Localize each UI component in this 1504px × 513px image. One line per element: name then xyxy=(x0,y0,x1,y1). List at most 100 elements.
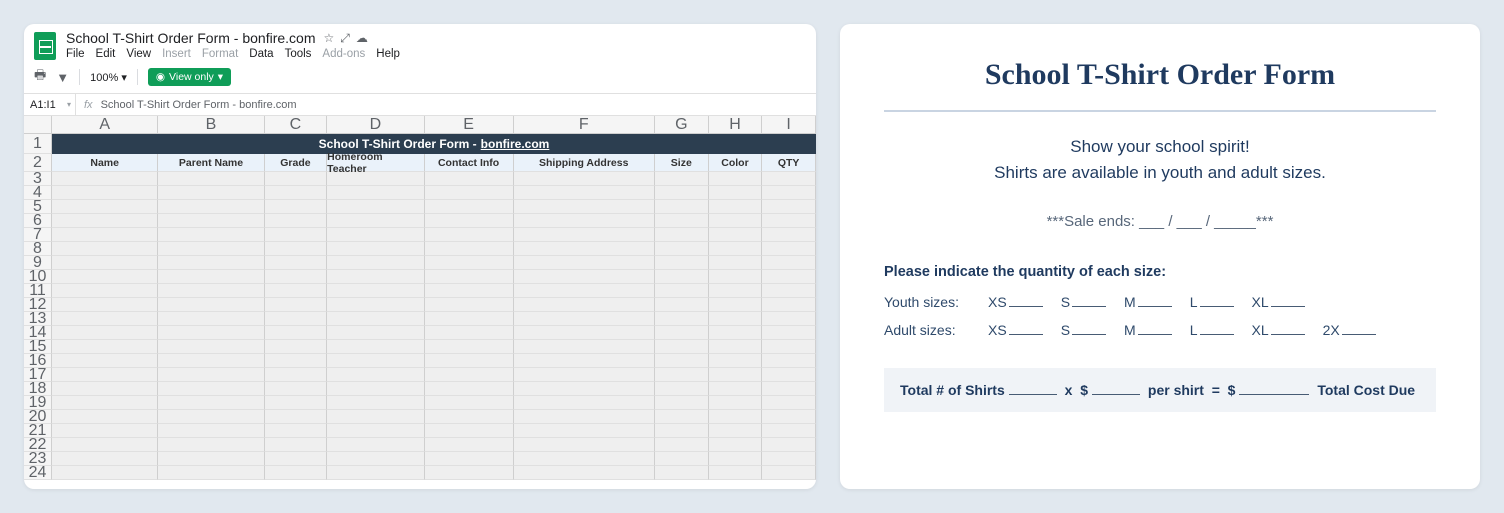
cell[interactable] xyxy=(327,270,425,284)
cell[interactable] xyxy=(762,354,816,368)
cell[interactable] xyxy=(762,396,816,410)
cell[interactable] xyxy=(762,466,816,480)
cell[interactable] xyxy=(514,340,655,354)
col-header[interactable]: F xyxy=(514,116,655,134)
cloud-icon[interactable]: ☁ xyxy=(356,31,368,46)
cell[interactable] xyxy=(709,368,763,382)
cell[interactable] xyxy=(762,186,816,200)
cell[interactable] xyxy=(265,438,327,452)
move-icon[interactable]: ⤢ xyxy=(340,31,350,46)
cell[interactable] xyxy=(514,466,655,480)
formula-content[interactable]: School T-Shirt Order Form - bonfire.com xyxy=(101,99,297,111)
menu-view[interactable]: View xyxy=(126,48,151,60)
col-header[interactable]: C xyxy=(265,116,327,134)
cell[interactable] xyxy=(327,284,425,298)
cell[interactable] xyxy=(265,284,327,298)
cell[interactable] xyxy=(709,382,763,396)
cell[interactable] xyxy=(514,438,655,452)
column-header-cell[interactable]: Homeroom Teacher xyxy=(327,154,425,172)
cell[interactable] xyxy=(158,424,264,438)
select-all-corner[interactable] xyxy=(24,116,52,134)
cell[interactable] xyxy=(52,200,158,214)
cell[interactable] xyxy=(158,298,264,312)
cell[interactable] xyxy=(265,326,327,340)
cell[interactable] xyxy=(425,382,514,396)
cell[interactable] xyxy=(514,326,655,340)
cell[interactable] xyxy=(265,410,327,424)
cell[interactable] xyxy=(52,396,158,410)
col-header[interactable]: B xyxy=(158,116,264,134)
cell[interactable] xyxy=(52,312,158,326)
cell[interactable] xyxy=(158,186,264,200)
menu-file[interactable]: File xyxy=(66,48,85,60)
document-title[interactable]: School T-Shirt Order Form - bonfire.com xyxy=(66,30,315,46)
cell[interactable] xyxy=(265,382,327,396)
cell[interactable] xyxy=(52,466,158,480)
table-row[interactable] xyxy=(52,438,816,452)
cell[interactable] xyxy=(425,200,514,214)
cell[interactable] xyxy=(52,452,158,466)
cell[interactable] xyxy=(327,312,425,326)
cell[interactable] xyxy=(655,228,709,242)
cell[interactable] xyxy=(762,326,816,340)
cell[interactable] xyxy=(762,214,816,228)
cell[interactable] xyxy=(655,452,709,466)
table-row[interactable] xyxy=(52,172,816,186)
table-row[interactable] xyxy=(52,452,816,466)
cell[interactable] xyxy=(709,284,763,298)
cell[interactable] xyxy=(514,172,655,186)
table-row[interactable] xyxy=(52,284,816,298)
cell[interactable] xyxy=(762,298,816,312)
cell[interactable] xyxy=(514,354,655,368)
cell[interactable] xyxy=(762,172,816,186)
menu-edit[interactable]: Edit xyxy=(96,48,116,60)
cell[interactable] xyxy=(158,438,264,452)
cell[interactable] xyxy=(655,186,709,200)
cell[interactable] xyxy=(158,284,264,298)
cell[interactable] xyxy=(158,200,264,214)
name-box[interactable]: A1:I1▾ xyxy=(30,94,76,115)
filter-icon[interactable]: ▼ xyxy=(56,70,69,85)
cell[interactable] xyxy=(158,354,264,368)
cell[interactable] xyxy=(265,354,327,368)
cell[interactable] xyxy=(709,298,763,312)
star-icon[interactable]: ☆ xyxy=(323,31,334,46)
cell[interactable] xyxy=(762,438,816,452)
cell[interactable] xyxy=(425,228,514,242)
cell[interactable] xyxy=(762,270,816,284)
cell[interactable] xyxy=(327,382,425,396)
cell[interactable] xyxy=(762,284,816,298)
cell[interactable] xyxy=(425,242,514,256)
cell[interactable] xyxy=(52,214,158,228)
cell[interactable] xyxy=(655,466,709,480)
cell[interactable] xyxy=(762,410,816,424)
cell[interactable] xyxy=(709,172,763,186)
cell[interactable] xyxy=(158,228,264,242)
cell[interactable] xyxy=(655,438,709,452)
cell[interactable] xyxy=(265,172,327,186)
cell[interactable] xyxy=(158,452,264,466)
column-header-cell[interactable]: Contact Info xyxy=(425,154,514,172)
col-header[interactable]: H xyxy=(709,116,763,134)
col-header[interactable]: D xyxy=(327,116,425,134)
cell[interactable] xyxy=(709,410,763,424)
cell[interactable] xyxy=(265,452,327,466)
cell[interactable] xyxy=(514,214,655,228)
cell[interactable] xyxy=(514,298,655,312)
cell[interactable] xyxy=(327,214,425,228)
cell[interactable] xyxy=(709,242,763,256)
cell[interactable] xyxy=(265,200,327,214)
cell[interactable] xyxy=(655,424,709,438)
cell[interactable] xyxy=(514,368,655,382)
cell[interactable] xyxy=(709,424,763,438)
cell[interactable] xyxy=(52,438,158,452)
cell[interactable] xyxy=(158,326,264,340)
cell[interactable] xyxy=(52,382,158,396)
cell[interactable] xyxy=(327,466,425,480)
cell[interactable] xyxy=(265,214,327,228)
cell[interactable] xyxy=(514,242,655,256)
table-row[interactable] xyxy=(52,326,816,340)
sheet-title-merged-cell[interactable]: School T-Shirt Order Form - bonfire.com xyxy=(52,134,816,154)
cell[interactable] xyxy=(425,298,514,312)
cell[interactable] xyxy=(158,214,264,228)
